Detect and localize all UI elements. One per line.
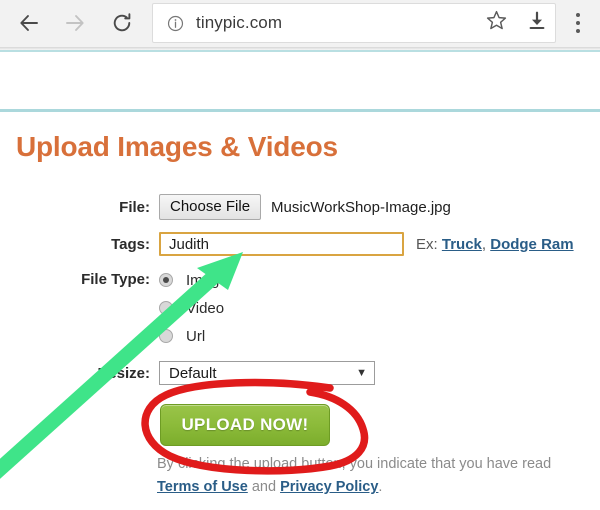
browser-toolbar: tinypic.com <box>0 0 600 47</box>
radio-url-label: Url <box>186 327 206 345</box>
file-type-options: Image Video Url <box>159 266 228 350</box>
resize-select[interactable]: Default ▼ <box>159 361 375 385</box>
browser-menu-button[interactable] <box>566 8 590 38</box>
resize-row: Resize: Default ▼ <box>0 361 600 385</box>
page-content: Upload Images & Videos File: Choose File… <box>0 112 600 510</box>
reload-button[interactable] <box>103 4 141 42</box>
bookmark-button[interactable] <box>483 10 509 36</box>
url-text: tinypic.com <box>196 13 283 32</box>
file-label: File: <box>119 198 150 216</box>
info-circle-icon[interactable] <box>167 15 184 32</box>
forward-arrow-icon <box>63 11 87 35</box>
disclaimer-period: . <box>378 479 383 495</box>
example-prefix: Ex: <box>416 235 438 253</box>
radio-url-icon[interactable] <box>159 329 173 343</box>
radio-video-icon[interactable] <box>159 301 173 315</box>
download-button[interactable] <box>524 10 550 36</box>
three-dot-menu-icon <box>576 11 580 35</box>
example-link-dodge-ram[interactable]: Dodge Ram <box>490 236 573 253</box>
file-type-label: File Type: <box>81 271 150 288</box>
example-separator: , <box>481 235 487 253</box>
back-button[interactable] <box>10 4 48 42</box>
file-type-row: File Type: Image Video Url <box>0 266 600 350</box>
resize-selected-value: Default <box>169 364 217 382</box>
disclaimer-line-2: Terms of Use and Privacy Policy. <box>157 475 597 499</box>
upload-now-label: UPLOAD NOW! <box>181 415 309 434</box>
choose-file-button[interactable]: Choose File <box>159 194 262 220</box>
back-arrow-icon <box>17 11 41 35</box>
radio-image-label: Image <box>186 271 228 289</box>
tags-row: Tags: Ex: Truck, Dodge Ram <box>0 232 600 256</box>
selected-file-name: MusicWorkShop-Image.jpg <box>271 198 451 216</box>
file-type-option-url[interactable]: Url <box>159 322 228 350</box>
file-type-option-video[interactable]: Video <box>159 294 228 322</box>
example-link-truck[interactable]: Truck <box>442 236 482 253</box>
tags-label: Tags: <box>111 235 150 253</box>
terms-of-use-link[interactable]: Terms of Use <box>157 479 248 495</box>
radio-video-label: Video <box>186 299 225 317</box>
star-icon <box>485 9 508 37</box>
reload-icon <box>110 11 134 35</box>
disclaimer-conjunction: and <box>251 479 277 495</box>
radio-image-icon[interactable] <box>159 273 173 287</box>
page-title: Upload Images & Videos <box>16 131 338 162</box>
disclaimer-line-1: By clicking the upload button, you indic… <box>157 456 552 472</box>
file-type-option-image[interactable]: Image <box>159 266 228 294</box>
privacy-policy-link[interactable]: Privacy Policy <box>280 479 378 495</box>
chevron-down-icon: ▼ <box>356 366 367 379</box>
forward-button[interactable] <box>56 4 94 42</box>
tags-examples: Ex: Truck, Dodge Ram <box>416 236 574 253</box>
screenshot-root: tinypic.com Upload Images & Videos File:… <box>0 0 600 510</box>
page-rule-top <box>0 50 600 52</box>
upload-now-button[interactable]: UPLOAD NOW! <box>160 404 330 446</box>
file-row: File: Choose File MusicWorkShop-Image.jp… <box>0 194 600 220</box>
tags-input[interactable] <box>159 232 404 256</box>
resize-label: Resize: <box>97 364 150 382</box>
download-icon <box>526 10 548 37</box>
